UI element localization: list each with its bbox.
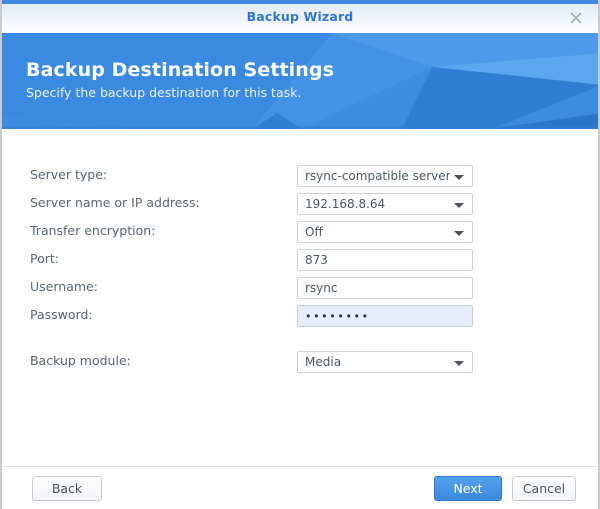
form-row-port: Port: 873 — [2, 249, 598, 271]
label-password: Password: — [30, 307, 93, 322]
label-backup-module: Backup module: — [30, 353, 131, 368]
dropdown-server-type[interactable]: rsync-compatible server — [297, 165, 473, 187]
form-row-username: Username: rsync — [2, 277, 598, 299]
port-input[interactable]: 873 — [297, 249, 473, 271]
chevron-down-icon — [454, 203, 464, 208]
close-icon[interactable] — [566, 8, 586, 28]
banner-title: Backup Destination Settings — [26, 59, 335, 81]
form-row-backup-module: Backup module: Media — [2, 351, 598, 373]
dropdown-transfer-encryption-value: Off — [305, 225, 323, 239]
backup-wizard-window: Backup Wizard Backup Destination Setting… — [0, 0, 600, 509]
chevron-down-icon — [454, 175, 464, 180]
form-content: Server type: rsync-compatible server Ser… — [2, 129, 598, 467]
password-input-value: •••••••• — [305, 310, 370, 323]
banner-text-group: Backup Destination Settings Specify the … — [26, 59, 334, 102]
chevron-down-icon — [454, 361, 464, 366]
dropdown-server-type-value: rsync-compatible server — [305, 169, 450, 183]
dropdown-server-address-value: 192.168.8.64 — [305, 197, 386, 211]
dropdown-server-address[interactable]: 192.168.8.64 — [297, 193, 473, 215]
port-input-value: 873 — [305, 253, 328, 267]
back-button[interactable]: Back — [32, 476, 102, 501]
banner-subtitle: Specify the backup destination for this … — [26, 85, 302, 100]
cancel-button[interactable]: Cancel — [512, 476, 576, 501]
label-server-address: Server name or IP address: — [30, 195, 200, 210]
next-button[interactable]: Next — [434, 476, 502, 501]
form-row-server-address: Server name or IP address: 192.168.8.64 — [2, 193, 598, 215]
dropdown-backup-module[interactable]: Media — [297, 351, 473, 373]
dropdown-transfer-encryption[interactable]: Off — [297, 221, 473, 243]
username-input[interactable]: rsync — [297, 277, 473, 299]
form-row-transfer-encryption: Transfer encryption: Off — [2, 221, 598, 243]
dropdown-backup-module-value: Media — [305, 355, 342, 369]
password-input[interactable]: •••••••• — [297, 305, 473, 327]
label-username: Username: — [30, 279, 98, 294]
wizard-footer: Back Next Cancel — [2, 466, 598, 509]
username-input-value: rsync — [305, 281, 338, 295]
chevron-down-icon — [454, 231, 464, 236]
label-transfer-encryption: Transfer encryption: — [30, 223, 156, 238]
title-bar: Backup Wizard — [2, 0, 598, 33]
form-row-server-type: Server type: rsync-compatible server — [2, 165, 598, 187]
label-server-type: Server type: — [30, 167, 108, 182]
wizard-banner: Backup Destination Settings Specify the … — [2, 33, 598, 129]
form-row-password: Password: •••••••• — [2, 305, 598, 327]
window-title: Backup Wizard — [246, 9, 354, 24]
label-port: Port: — [30, 251, 59, 266]
